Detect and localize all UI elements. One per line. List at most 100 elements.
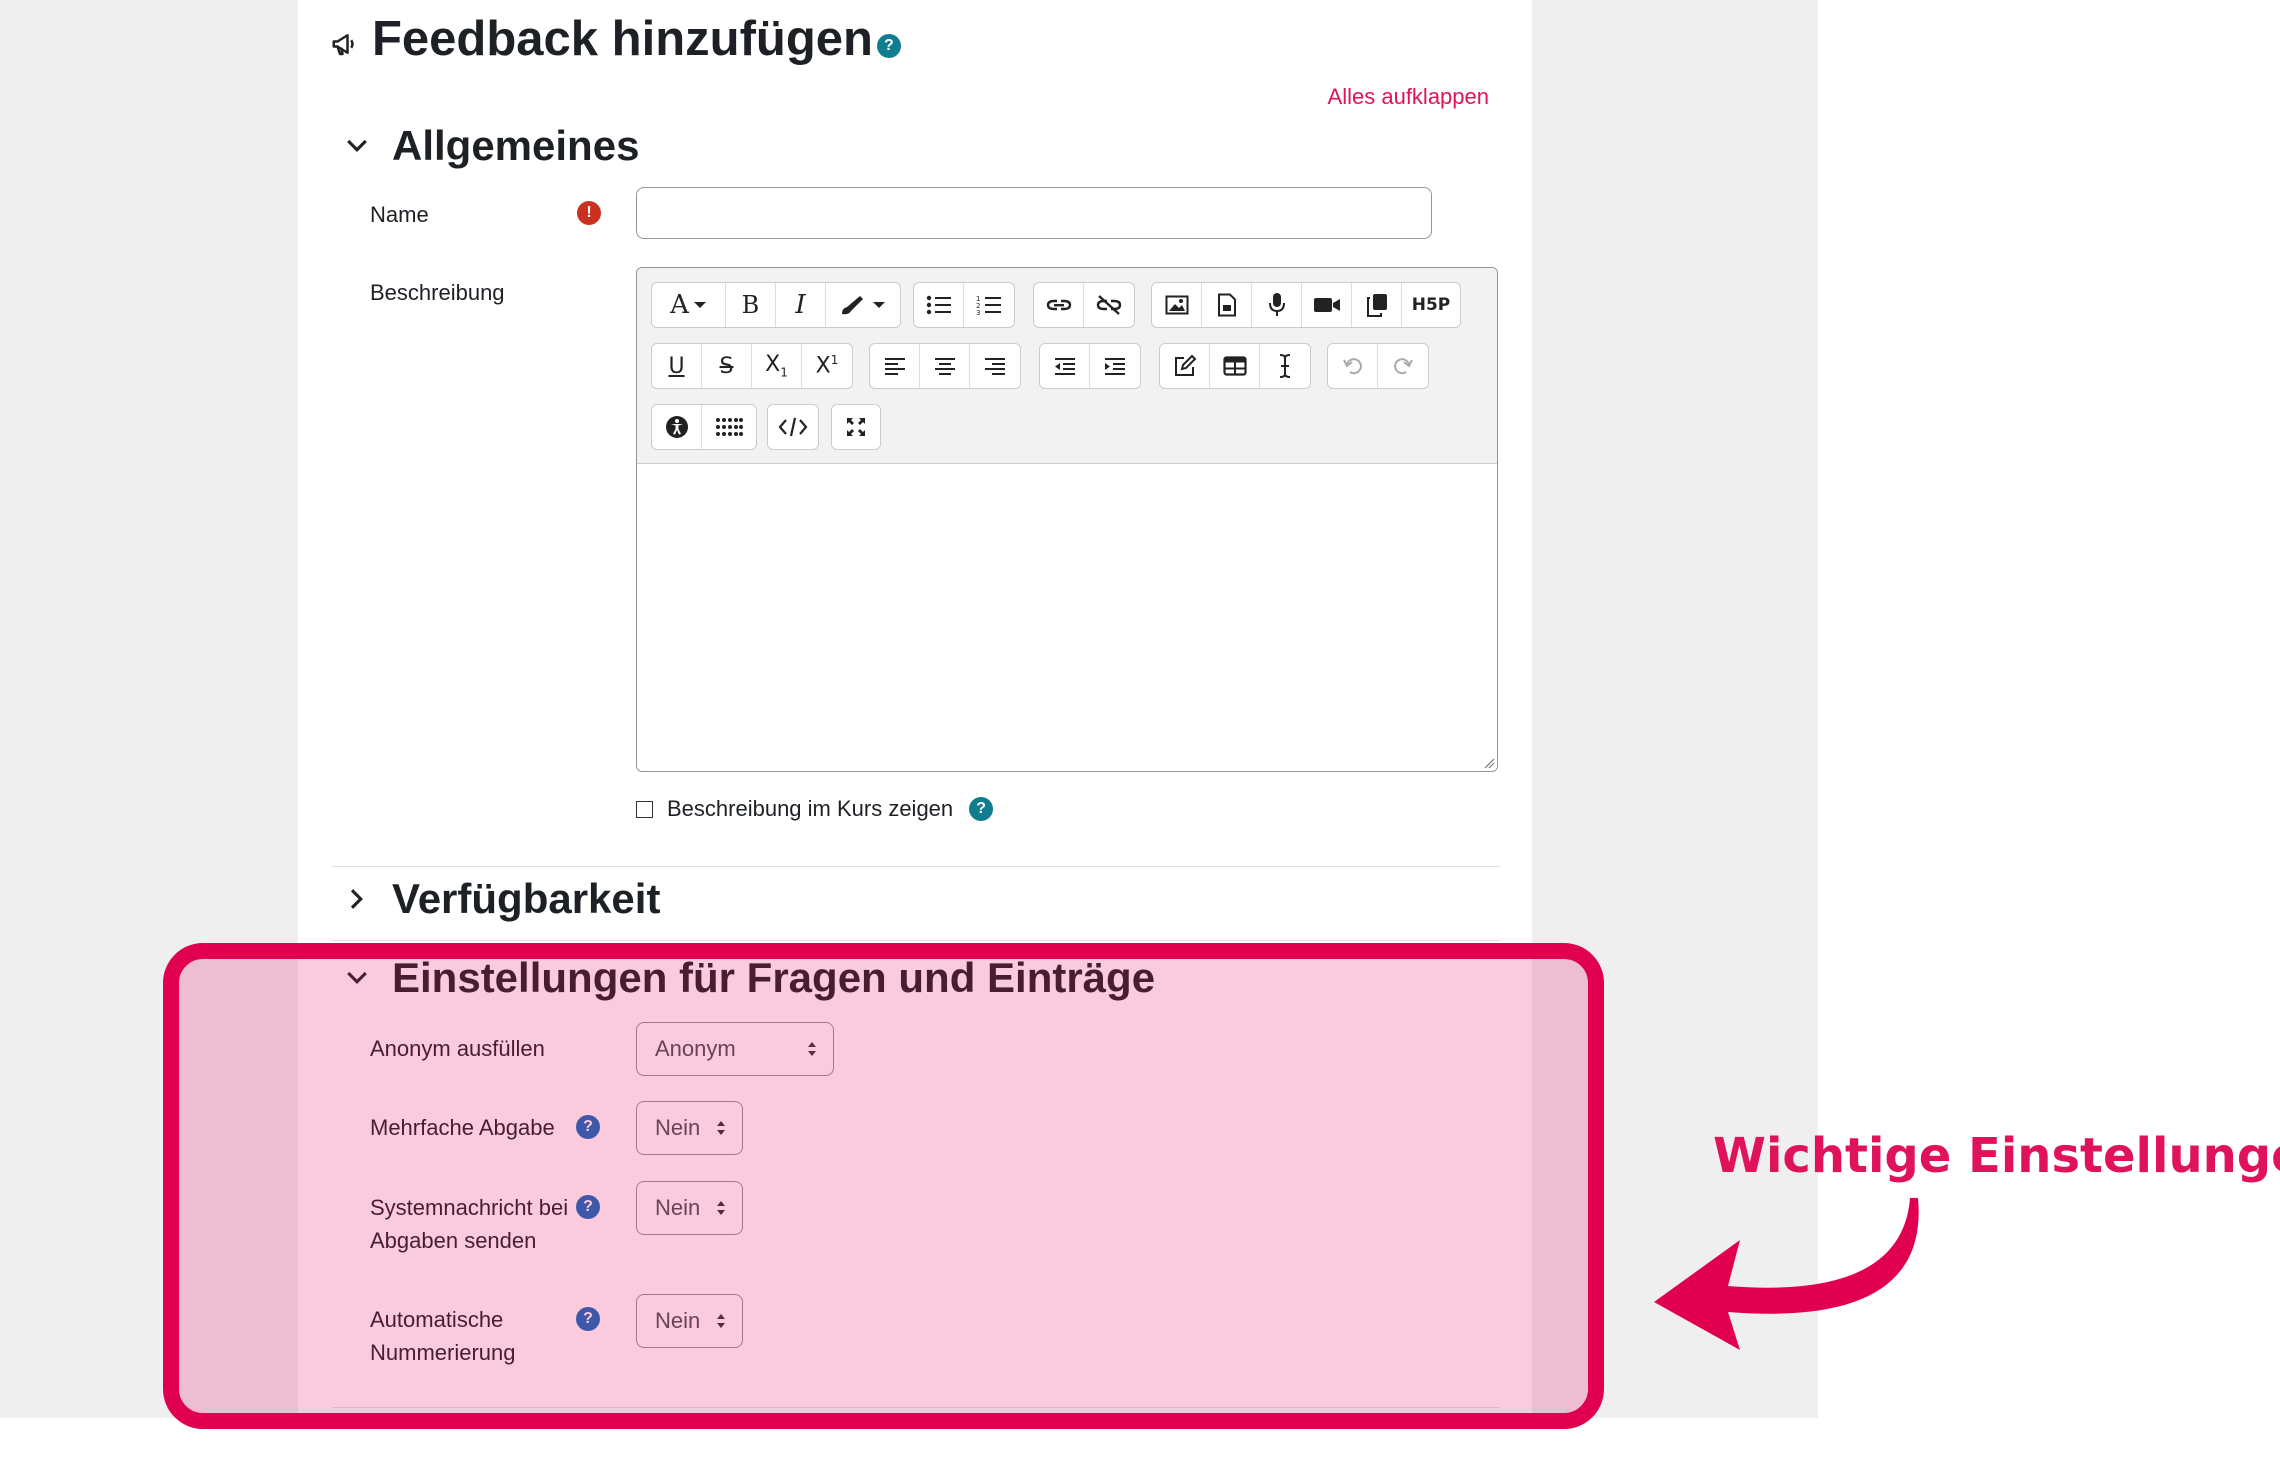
select-caret-icon	[717, 1201, 725, 1215]
edit-icon	[1174, 354, 1196, 376]
multiple-submissions-label: Mehrfache Abgabe	[370, 1115, 555, 1140]
resize-handle-icon[interactable]	[1483, 757, 1495, 769]
table-icon	[1222, 356, 1247, 376]
autonumber-value: Nein	[655, 1308, 701, 1333]
autonumber-label: Automatische Nummerierung	[370, 1303, 516, 1369]
name-label: Name	[370, 202, 429, 227]
show-description-row: Beschreibung im Kurs zeigen ?	[636, 796, 994, 822]
description-label: Beschreibung	[370, 280, 505, 305]
accessibility-icon	[665, 416, 688, 438]
notification-value: Nein	[655, 1195, 701, 1220]
accessibility-checker-button[interactable]	[652, 405, 702, 449]
screenreader-helper-button[interactable]	[702, 405, 756, 449]
select-caret-icon	[808, 1042, 816, 1056]
unlink-icon	[1096, 295, 1122, 315]
microphone-icon	[1268, 293, 1285, 316]
image-button[interactable]	[1152, 283, 1202, 327]
section-general-header[interactable]: Allgemeines	[342, 122, 639, 170]
section-availability-title: Verfügbarkeit	[392, 875, 661, 922]
chevron-right-icon	[350, 889, 363, 909]
align-center-button[interactable]	[920, 344, 970, 388]
notification-select[interactable]: Nein	[636, 1181, 743, 1235]
help-icon[interactable]: ?	[876, 34, 901, 58]
editor-content-area[interactable]	[637, 465, 1497, 771]
text-color-button[interactable]	[826, 283, 900, 327]
undo-icon	[1342, 358, 1362, 375]
braille-icon	[716, 418, 743, 436]
editor-toolbar: A B I 123 H5P U S X1 X1	[637, 268, 1497, 464]
redo-icon	[1394, 358, 1413, 375]
notification-label-line1: Systemnachricht bei	[370, 1195, 569, 1220]
align-right-button[interactable]	[970, 344, 1020, 388]
align-left-icon	[884, 358, 905, 375]
indent-button[interactable]	[1090, 344, 1140, 388]
notification-label: Systemnachricht bei Abgaben senden	[370, 1191, 568, 1257]
ordered-list-button[interactable]: 123	[964, 283, 1014, 327]
help-icon[interactable]: ?	[576, 1195, 600, 1219]
equation-button[interactable]	[1160, 344, 1210, 388]
special-char-button[interactable]	[1260, 344, 1310, 388]
redo-button[interactable]	[1378, 344, 1428, 388]
text-cursor-icon	[1279, 354, 1291, 378]
file-icon	[1217, 293, 1236, 317]
name-input[interactable]	[636, 187, 1432, 239]
select-caret-icon	[717, 1121, 725, 1135]
fullscreen-button[interactable]	[832, 405, 880, 449]
underline-button[interactable]: U	[652, 344, 702, 388]
outdent-button[interactable]	[1040, 344, 1090, 388]
multiple-submissions-select[interactable]: Nein	[636, 1101, 743, 1155]
autonumber-label-line2: Nummerierung	[370, 1340, 516, 1365]
select-caret-icon	[717, 1314, 725, 1328]
show-description-label: Beschreibung im Kurs zeigen	[667, 796, 954, 821]
link-icon	[1046, 299, 1071, 311]
strikethrough-button[interactable]: S	[702, 344, 752, 388]
h5p-button[interactable]: H5P	[1402, 283, 1460, 327]
font-size-button[interactable]: A	[652, 283, 726, 327]
curved-arrow-icon	[1654, 1198, 1919, 1350]
description-editor: A B I 123 H5P U S X1 X1	[636, 267, 1498, 772]
notification-label-line2: Abgaben senden	[370, 1228, 537, 1253]
record-audio-button[interactable]	[1252, 283, 1302, 327]
align-left-button[interactable]	[870, 344, 920, 388]
media-file-button[interactable]	[1202, 283, 1252, 327]
svg-text:3: 3	[976, 309, 980, 316]
unordered-list-button[interactable]	[914, 283, 964, 327]
megaphone-icon	[332, 34, 354, 56]
expand-all-link[interactable]: Alles aufklappen	[1328, 84, 1489, 110]
section-divider	[332, 940, 1500, 941]
expand-icon	[847, 418, 865, 436]
bullet-list-icon	[926, 295, 951, 315]
html-source-button[interactable]	[768, 405, 818, 449]
section-divider	[332, 1407, 1500, 1408]
table-button[interactable]	[1210, 344, 1260, 388]
manage-files-button[interactable]	[1352, 283, 1402, 327]
undo-button[interactable]	[1328, 344, 1378, 388]
record-video-button[interactable]	[1302, 283, 1352, 327]
bold-button[interactable]: B	[726, 283, 776, 327]
help-icon[interactable]: ?	[576, 1115, 600, 1139]
video-camera-icon	[1313, 298, 1340, 312]
unlink-button[interactable]	[1084, 283, 1134, 327]
subscript-button[interactable]: X1	[752, 344, 802, 388]
page-header: Feedback hinzufügen ?	[330, 8, 901, 70]
show-description-checkbox[interactable]	[636, 800, 653, 818]
paintbrush-icon	[842, 296, 863, 315]
help-icon[interactable]: ?	[576, 1307, 600, 1331]
anonymous-select[interactable]: Anonym	[636, 1022, 834, 1076]
annotation-text: Wichtige Einstellungen!	[1713, 1128, 2280, 1184]
help-icon[interactable]: ?	[969, 797, 994, 821]
autonumber-select[interactable]: Nein	[636, 1294, 743, 1348]
align-center-icon	[934, 358, 955, 375]
anonymous-select-value: Anonym	[655, 1036, 736, 1061]
multiple-submissions-value: Nein	[655, 1115, 701, 1140]
chevron-down-icon	[347, 971, 367, 984]
link-button[interactable]	[1034, 283, 1084, 327]
section-questions-header[interactable]: Einstellungen für Fragen und Einträge	[342, 954, 1155, 1002]
section-availability-header[interactable]: Verfügbarkeit	[342, 875, 660, 923]
superscript-button[interactable]: X1	[802, 344, 852, 388]
anonymous-label: Anonym ausfüllen	[370, 1036, 545, 1061]
page-title: Feedback hinzufügen	[372, 12, 873, 66]
italic-button[interactable]: I	[776, 283, 826, 327]
indent-icon	[1105, 358, 1125, 375]
outdent-icon	[1054, 358, 1075, 375]
